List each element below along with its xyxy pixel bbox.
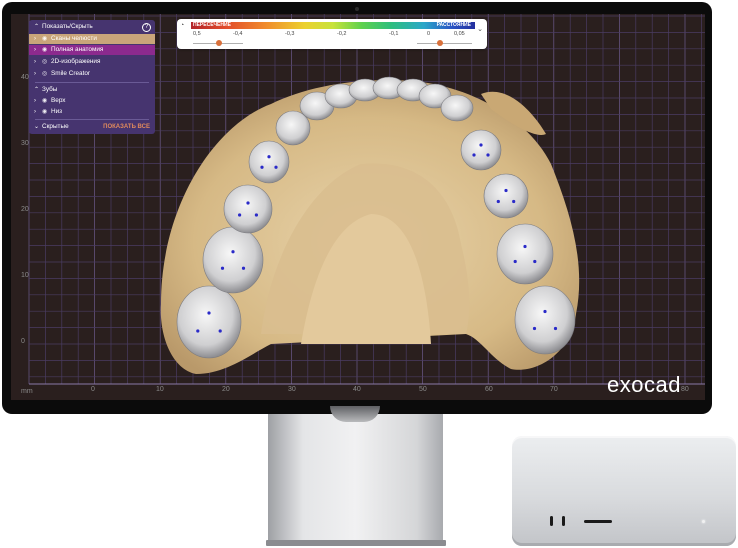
tooth[interactable]	[248, 140, 290, 184]
contact-point	[207, 311, 211, 315]
item-lower[interactable]: › ◉ Низ	[29, 107, 155, 117]
right-slider-knob[interactable]	[437, 40, 444, 46]
tooth[interactable]	[223, 184, 273, 234]
contact-point	[543, 309, 547, 314]
intersection-label: ПЕРЕСЕЧЕНИЕ	[193, 22, 231, 28]
contact-point	[274, 165, 278, 169]
tooth[interactable]	[514, 285, 576, 355]
chevron-right-icon: ›	[34, 59, 36, 65]
contact-point	[472, 153, 476, 157]
distance-label: РАССТОЯНИЕ	[436, 22, 471, 28]
chevron-right-icon: ›	[34, 71, 36, 77]
item-upper[interactable]: › ◉ Верх	[29, 96, 155, 106]
contact-point	[267, 155, 271, 159]
scale-tick: -0,2	[337, 31, 347, 37]
tooth[interactable]	[483, 173, 529, 219]
monitor: mm 0 10 20 30 40 50 60 70 80 40 30 20 10…	[2, 2, 712, 414]
contact-point	[246, 201, 250, 205]
panel-header[interactable]: ⌃ Показать/Скрыть ?	[29, 22, 155, 32]
monitor-stand	[268, 414, 443, 542]
scale-tick: -0,1	[389, 31, 399, 37]
contact-point	[218, 329, 222, 333]
chevron-right-icon: ›	[34, 47, 36, 53]
contact-point	[241, 266, 246, 270]
chevron-right-icon: ›	[34, 109, 36, 115]
contact-point	[231, 250, 235, 254]
contact-point	[532, 326, 537, 331]
mac-studio-computer	[512, 436, 736, 546]
eye-icon[interactable]: ◉	[42, 96, 47, 106]
contact-point	[479, 143, 483, 147]
divider	[35, 119, 149, 120]
sd-card-slot	[584, 520, 612, 523]
item-full-anatomy[interactable]: › ◉ Полная анатомия	[29, 45, 155, 55]
contact-point	[260, 165, 264, 169]
help-icon[interactable]: ?	[142, 23, 151, 32]
hidden-row[interactable]: ⌄ Скрытые ПОКАЗАТЬ ВСЕ	[29, 122, 155, 132]
tooth[interactable]	[176, 285, 242, 359]
eye-icon[interactable]: ◉	[42, 34, 47, 44]
chevron-right-icon: ›	[34, 98, 36, 104]
item-2d-images[interactable]: › ◎ 2D-изображения	[29, 57, 155, 67]
scale-tick: 0	[427, 31, 431, 37]
teeth-header[interactable]: ⌃ Зубы	[29, 85, 155, 95]
chevron-up-icon: ⌃	[34, 24, 40, 30]
exocad-logo: exocad	[607, 372, 681, 397]
gauge-icon[interactable]: ◔	[180, 22, 184, 29]
right-slider-track[interactable]	[417, 43, 472, 44]
contact-point	[513, 259, 517, 264]
scale-tick: 0,5	[193, 31, 201, 37]
tooth[interactable]	[496, 223, 554, 285]
power-led	[702, 520, 705, 523]
tooth[interactable]	[202, 226, 264, 294]
eye-icon[interactable]: ◉	[42, 107, 47, 117]
eye-off-icon[interactable]: ◎	[42, 69, 47, 79]
chevron-down-icon: ⌄	[34, 124, 40, 130]
left-slider-knob[interactable]	[216, 40, 222, 46]
camera-notch	[355, 7, 359, 11]
contact-point	[238, 213, 242, 217]
eye-icon[interactable]: ◉	[42, 45, 47, 55]
chevron-right-icon: ›	[34, 36, 36, 42]
contact-point	[553, 326, 558, 331]
color-gradient: ПЕРЕСЕЧЕНИЕ РАССТОЯНИЕ	[191, 22, 475, 29]
stand-base	[266, 540, 446, 546]
contact-point	[504, 188, 508, 193]
usb-c-port	[562, 516, 565, 526]
chevron-down-icon[interactable]: ⌄	[477, 25, 483, 33]
show-all-button[interactable]: ПОКАЗАТЬ ВСЕ	[103, 122, 150, 132]
panel-title: Показать/Скрыть	[42, 23, 93, 30]
app-viewport[interactable]: mm 0 10 20 30 40 50 60 70 80 40 30 20 10…	[11, 14, 705, 400]
visibility-panel: ⌃ Показать/Скрыть ? › ◉ Сканы челюсти › …	[29, 20, 155, 134]
deviation-color-bar: ◔ ПЕРЕСЕЧЕНИЕ РАССТОЯНИЕ 0,5 -0,4 -0,3 -…	[177, 19, 487, 49]
contact-point	[512, 199, 516, 204]
item-smile-creator[interactable]: › ◎ Smile Creator	[29, 69, 155, 79]
tooth[interactable]	[440, 94, 474, 122]
contact-point	[533, 259, 537, 264]
item-jaw-scans[interactable]: › ◉ Сканы челюсти	[29, 34, 155, 44]
scale-tick: 0,05	[454, 31, 465, 37]
contact-point	[254, 213, 258, 217]
contact-point	[496, 199, 500, 204]
contact-point	[196, 329, 200, 333]
tooth[interactable]	[460, 129, 502, 171]
divider	[35, 82, 149, 83]
scale-tick: -0,4	[233, 31, 243, 37]
usb-c-port	[550, 516, 553, 526]
contact-point	[486, 153, 490, 157]
scale-tick: -0,3	[285, 31, 295, 37]
contact-point	[220, 266, 225, 270]
chevron-up-icon: ⌃	[34, 87, 40, 93]
eye-off-icon[interactable]: ◎	[42, 57, 47, 67]
contact-point	[523, 244, 527, 249]
